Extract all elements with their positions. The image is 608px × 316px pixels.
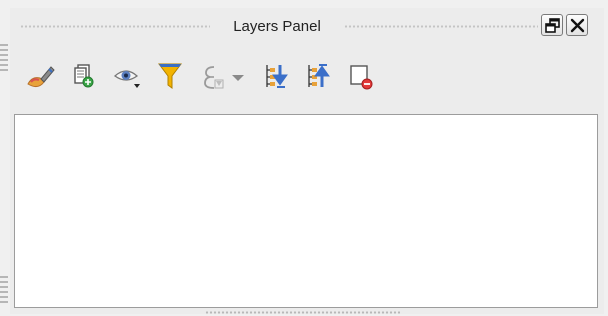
- expand-all-icon: [266, 65, 288, 88]
- float-icon: [545, 18, 560, 33]
- remove-layer-button[interactable]: [344, 58, 380, 94]
- collapse-all-button[interactable]: [300, 58, 336, 94]
- close-icon: [570, 18, 585, 33]
- dropdown-arrow-icon: [232, 75, 244, 81]
- add-group-icon: [74, 64, 94, 88]
- close-button[interactable]: [566, 14, 588, 36]
- float-button[interactable]: [541, 14, 563, 36]
- panel-resize-handle[interactable]: [205, 311, 400, 314]
- titlebar-grip-right: [344, 24, 538, 29]
- style-brush-icon: [27, 66, 55, 88]
- layers-panel: Layers Panel: [10, 8, 604, 314]
- dock-grip-bottom[interactable]: [0, 276, 8, 304]
- panel-titlebar[interactable]: Layers Panel: [10, 8, 604, 44]
- collapse-all-icon: [308, 64, 330, 87]
- filter-legend-icon: [158, 63, 182, 89]
- style-manager-button[interactable]: [22, 58, 58, 94]
- remove-layer-icon: [350, 65, 373, 90]
- layer-tree[interactable]: [14, 114, 598, 308]
- dock-grip-top[interactable]: [0, 44, 8, 72]
- titlebar-grip-left: [20, 24, 210, 29]
- manage-map-themes-button[interactable]: [110, 58, 146, 94]
- filter-legend-button[interactable]: [152, 58, 188, 94]
- manage-map-themes-icon: [113, 70, 140, 88]
- panel-title: Layers Panel: [233, 18, 321, 35]
- expand-all-button[interactable]: [258, 58, 294, 94]
- layers-toolbar: [10, 58, 604, 102]
- filter-expression-dropdown[interactable]: [226, 58, 252, 94]
- add-group-button[interactable]: [66, 58, 102, 94]
